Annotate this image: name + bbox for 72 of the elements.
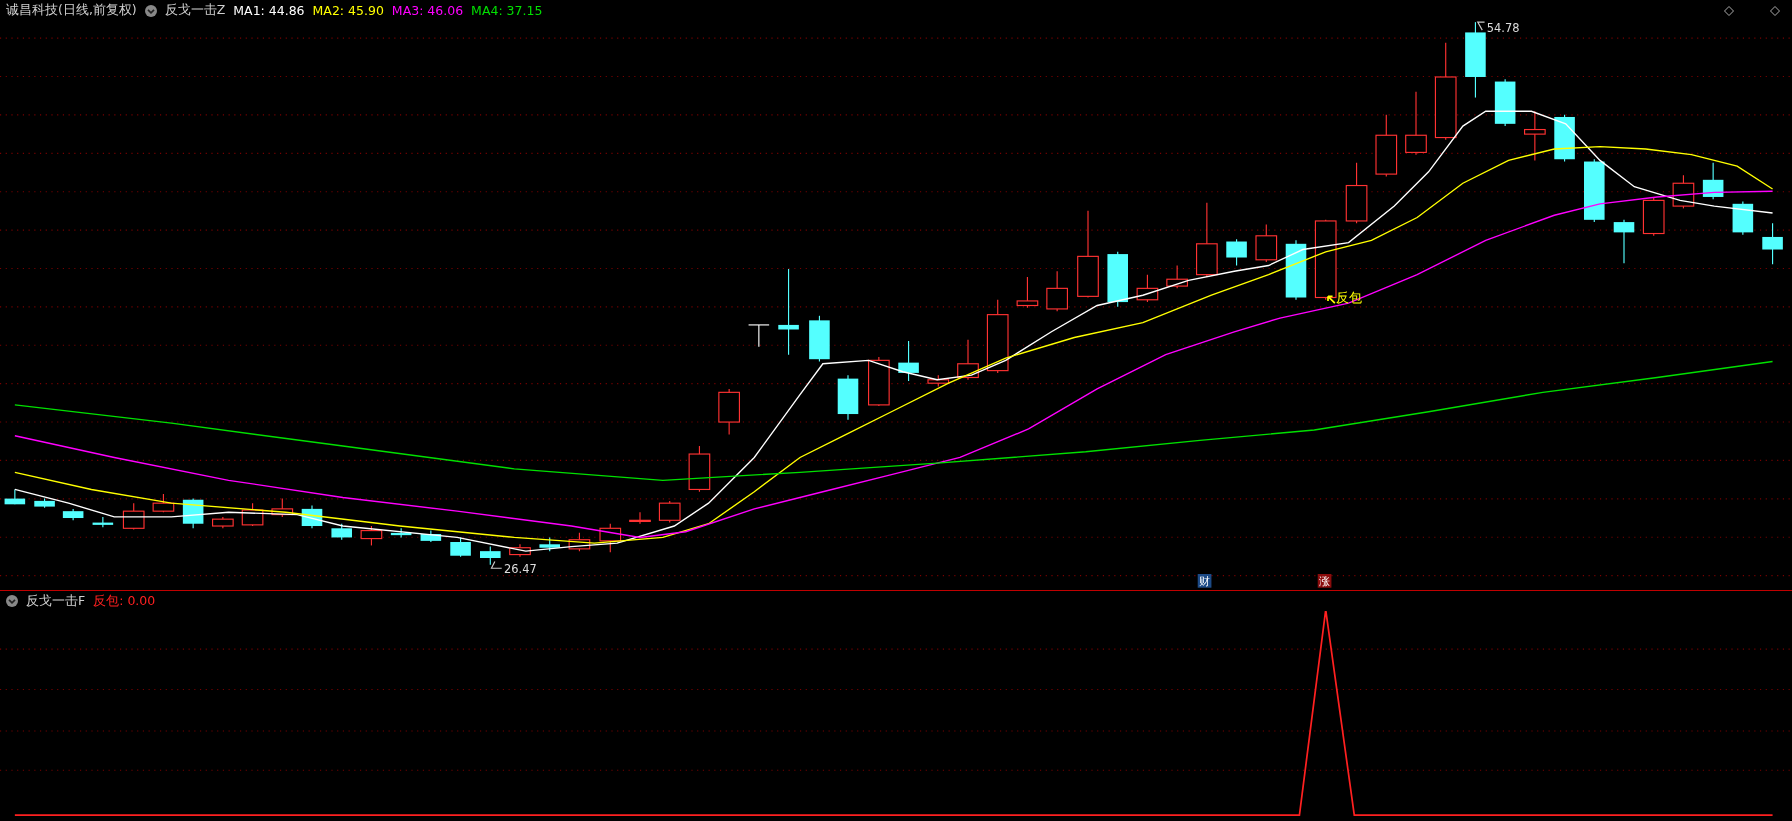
- candlestick: [360, 525, 383, 546]
- candlestick: [1524, 110, 1546, 161]
- candlestick: [182, 498, 204, 529]
- dropdown-icon[interactable]: [6, 595, 18, 607]
- diamond-icon[interactable]: [1770, 5, 1780, 16]
- candlestick: [1613, 219, 1635, 264]
- candlestick: [1554, 114, 1575, 163]
- candlestick: [1226, 238, 1247, 267]
- leader-line: [1476, 21, 1486, 31]
- candlestick: [1405, 91, 1427, 156]
- candlestick: [688, 445, 711, 493]
- candlestick: [868, 356, 890, 407]
- moving-average-reading: MA4: 37.15: [471, 3, 543, 18]
- candlestick: [658, 500, 681, 524]
- candlestick: [927, 374, 950, 388]
- candlestick: [898, 340, 919, 382]
- candlestick: [718, 388, 740, 436]
- event-badge[interactable]: 财: [1197, 574, 1212, 589]
- candlestick: [34, 498, 55, 509]
- event-badge[interactable]: 涨: [1317, 574, 1332, 589]
- candlestick: [1166, 264, 1188, 289]
- leader-line: [490, 560, 503, 569]
- candlestick: [1046, 270, 1068, 312]
- candlestick: [568, 532, 591, 552]
- candlestick: [450, 536, 471, 558]
- candlestick: [1107, 251, 1128, 308]
- candlestick: [629, 511, 651, 525]
- candlestick: [152, 493, 175, 513]
- stock-title: 诚昌科技(日线,前复权): [6, 2, 137, 19]
- candlestick: [809, 315, 830, 363]
- candlestick: [4, 488, 26, 505]
- candlestick: [212, 516, 234, 529]
- arrow-icon: [1327, 295, 1336, 305]
- candlestick: [1642, 197, 1665, 237]
- candlestick: [122, 502, 145, 530]
- candlestick: [420, 530, 442, 543]
- candlestick: [1672, 174, 1695, 209]
- candlestick: [92, 516, 114, 528]
- candlestick: [509, 543, 531, 558]
- candlestick: [1255, 223, 1278, 263]
- candlestick: [241, 502, 264, 527]
- candlestick: [331, 523, 352, 541]
- candlestick: [62, 508, 84, 521]
- candlestick: [1762, 222, 1783, 265]
- indicator-name: 反戈一击Z: [164, 2, 226, 19]
- candlestick: [1285, 239, 1307, 301]
- indicator-name: 反戈一击F: [26, 592, 86, 610]
- candlestick: [1702, 162, 1724, 200]
- candlestick: [539, 536, 560, 552]
- candlestick: [1016, 276, 1039, 309]
- price-label: 54.78: [1486, 21, 1520, 36]
- indicator-reading: 反包: 0.00: [93, 592, 156, 610]
- candlestick: [837, 374, 859, 421]
- candlestick: [1584, 158, 1605, 223]
- moving-average-reading: MA3: 46.06: [391, 3, 464, 18]
- candlestick: [1345, 162, 1368, 224]
- candlestick: [1494, 78, 1516, 127]
- moving-average-reading: MA1: 44.86: [233, 3, 305, 18]
- candlestick: [480, 546, 501, 566]
- diamond-icon[interactable]: [1724, 5, 1734, 16]
- candlestick: [1375, 114, 1398, 177]
- moving-average-reading: MA2: 45.90: [312, 3, 384, 18]
- candlestick: [271, 498, 294, 518]
- candlestick: [748, 324, 770, 348]
- candlestick: [1136, 274, 1159, 303]
- price-label: 26.47: [504, 561, 537, 576]
- dropdown-icon[interactable]: [144, 4, 157, 17]
- candlestick: [1732, 200, 1754, 236]
- candlestick: [301, 504, 323, 529]
- candlestick: [957, 339, 979, 381]
- candlestick: [599, 523, 622, 553]
- candlestick: [390, 527, 412, 538]
